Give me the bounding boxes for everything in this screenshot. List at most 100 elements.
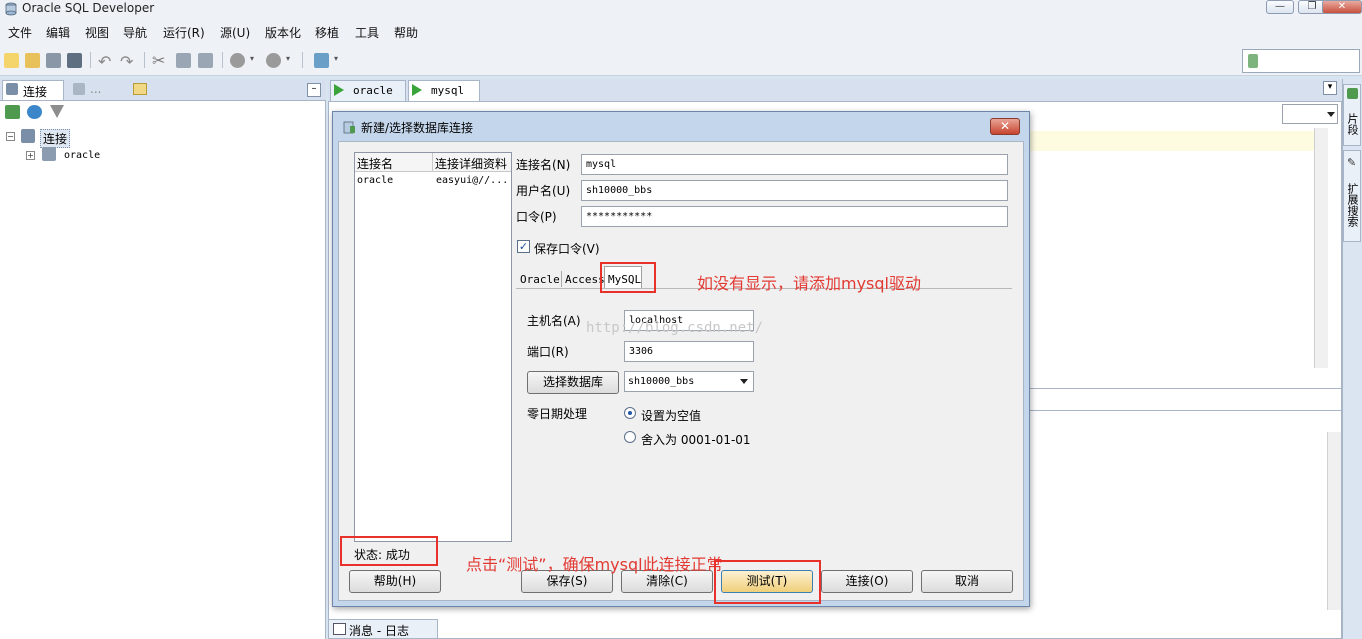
- menu-versioning[interactable]: 版本化: [265, 24, 301, 41]
- filter-icon[interactable]: [50, 105, 64, 118]
- conn-name-field[interactable]: mysql: [581, 154, 1008, 175]
- radio-round[interactable]: [624, 431, 636, 443]
- connect-button[interactable]: 连接(O): [821, 570, 913, 593]
- search-input[interactable]: [1242, 49, 1360, 73]
- username-label: 用户名(U): [516, 184, 571, 198]
- chevron-down-icon[interactable]: ▾: [286, 54, 290, 63]
- column-header-details[interactable]: 连接详细资料: [433, 153, 511, 172]
- menu-source[interactable]: 源(U): [220, 24, 250, 41]
- dialog-close-button[interactable]: ✕: [990, 118, 1020, 135]
- toolbar-separator: [302, 52, 303, 68]
- log-icon: [333, 623, 346, 635]
- menu-migration[interactable]: 移植: [315, 24, 339, 41]
- cut-icon[interactable]: ✂: [152, 51, 165, 70]
- worksheet-icon: [412, 84, 422, 96]
- radio-set-null[interactable]: [624, 407, 636, 419]
- save-password-label: 保存口令(V): [534, 242, 600, 256]
- files-icon[interactable]: [133, 83, 147, 95]
- paste-icon[interactable]: [198, 53, 213, 68]
- open-folder-icon[interactable]: [25, 53, 40, 68]
- tab-divider: [561, 271, 562, 287]
- refresh-icon[interactable]: [27, 105, 42, 119]
- tab-db-oracle[interactable]: Oracle: [520, 273, 560, 286]
- menu-view[interactable]: 视图: [85, 24, 109, 41]
- title-bar: [0, 0, 1362, 18]
- wrench-icon: ✎: [1347, 156, 1357, 169]
- tree-root-connections[interactable]: 连接: [40, 129, 71, 148]
- connection-select[interactable]: [1282, 104, 1338, 124]
- menu-tools[interactable]: 工具: [355, 24, 379, 41]
- port-label: 端口(R): [527, 345, 569, 359]
- menu-navigate[interactable]: 导航: [123, 24, 147, 41]
- column-header-name[interactable]: 连接名: [355, 153, 433, 172]
- current-line-highlight: [1018, 131, 1314, 151]
- connections-panel: [0, 79, 326, 639]
- add-connection-icon[interactable]: [5, 105, 20, 119]
- database-select[interactable]: sh10000_bbs: [624, 371, 754, 392]
- chevron-down-icon[interactable]: ▾: [334, 54, 338, 63]
- save-icon[interactable]: [46, 53, 61, 68]
- annotation-box-test-button: [714, 560, 821, 604]
- port-field[interactable]: 3306: [624, 341, 754, 362]
- choose-database-button[interactable]: 选择数据库: [527, 371, 619, 394]
- database-connection-icon: [343, 121, 355, 134]
- copy-icon[interactable]: [176, 53, 191, 68]
- save-password-checkbox[interactable]: ✓: [517, 240, 530, 253]
- zero-date-label: 零日期处理: [527, 407, 588, 421]
- annotation-box-mysql-tab: [600, 262, 656, 293]
- menu-edit[interactable]: 编辑: [46, 24, 70, 41]
- radio-round-label: 舍入为 0001-01-01: [641, 433, 751, 447]
- tree-item-oracle[interactable]: oracle: [64, 150, 100, 161]
- host-label: 主机名(A): [527, 314, 581, 328]
- close-window-button[interactable]: ✕: [1322, 0, 1362, 14]
- back-icon[interactable]: [230, 53, 245, 68]
- document-list-icon[interactable]: ▾: [1323, 81, 1337, 95]
- menu-file[interactable]: 文件: [8, 24, 32, 41]
- window-title: Oracle SQL Developer: [22, 1, 155, 15]
- radio-set-null-label: 设置为空值: [641, 409, 702, 423]
- username-field[interactable]: sh10000_bbs: [581, 180, 1008, 201]
- conn-name-label: 连接名(N): [516, 158, 571, 172]
- connections-folder-icon: [21, 129, 35, 143]
- reports-icon: [73, 83, 85, 95]
- connection-list[interactable]: [354, 152, 512, 542]
- undo-icon[interactable]: ↶: [98, 52, 111, 71]
- cancel-button[interactable]: 取消: [921, 570, 1013, 593]
- editor-scrollbar[interactable]: [1314, 128, 1328, 368]
- tab-db-access[interactable]: Access: [565, 273, 605, 286]
- save-all-icon[interactable]: [67, 53, 82, 68]
- row-connection-details: easyui@//...: [436, 175, 509, 186]
- chevron-down-icon[interactable]: ▾: [250, 54, 254, 63]
- snippets-icon: [1347, 88, 1358, 99]
- annotation-box-status: [340, 536, 438, 566]
- sql-developer-logo-icon: [5, 2, 17, 16]
- worksheet-icon: [334, 84, 344, 96]
- chevron-down-icon: [1327, 112, 1335, 117]
- password-field[interactable]: ***********: [581, 206, 1008, 227]
- annotation-mysql-driver: 如没有显示，请添加mysql驱动: [697, 274, 921, 293]
- row-connection-name: oracle: [357, 175, 394, 186]
- redo-icon[interactable]: ↷: [120, 52, 133, 71]
- search-icon: [1248, 54, 1258, 68]
- connections-icon: [6, 83, 18, 95]
- help-button[interactable]: 帮助(H): [349, 570, 441, 593]
- menu-run[interactable]: 运行(R): [163, 24, 205, 41]
- sql-worksheet-icon[interactable]: [314, 53, 329, 68]
- editor-split: [1018, 388, 1342, 389]
- results-scrollbar[interactable]: [1327, 432, 1341, 610]
- watermark: http://blog.csdn.net/: [586, 320, 764, 336]
- minimize-panel-button[interactable]: –: [307, 83, 321, 97]
- results-split: [1018, 410, 1342, 411]
- annotation-test-hint: 点击“测试”，确保mysql此连接正常: [466, 555, 723, 574]
- expand-icon[interactable]: +: [26, 151, 35, 160]
- toolbar-separator: [90, 52, 91, 68]
- editor-tabs: [328, 79, 1342, 101]
- password-label: 口令(P): [516, 210, 557, 224]
- forward-icon[interactable]: [266, 53, 281, 68]
- menu-help[interactable]: 帮助: [394, 24, 418, 41]
- minimize-button[interactable]: —: [1266, 0, 1294, 14]
- collapse-icon[interactable]: −: [6, 132, 15, 141]
- toolbar-separator: [222, 52, 223, 68]
- dialog-title: 新建/选择数据库连接: [361, 121, 474, 135]
- new-icon[interactable]: [4, 53, 19, 68]
